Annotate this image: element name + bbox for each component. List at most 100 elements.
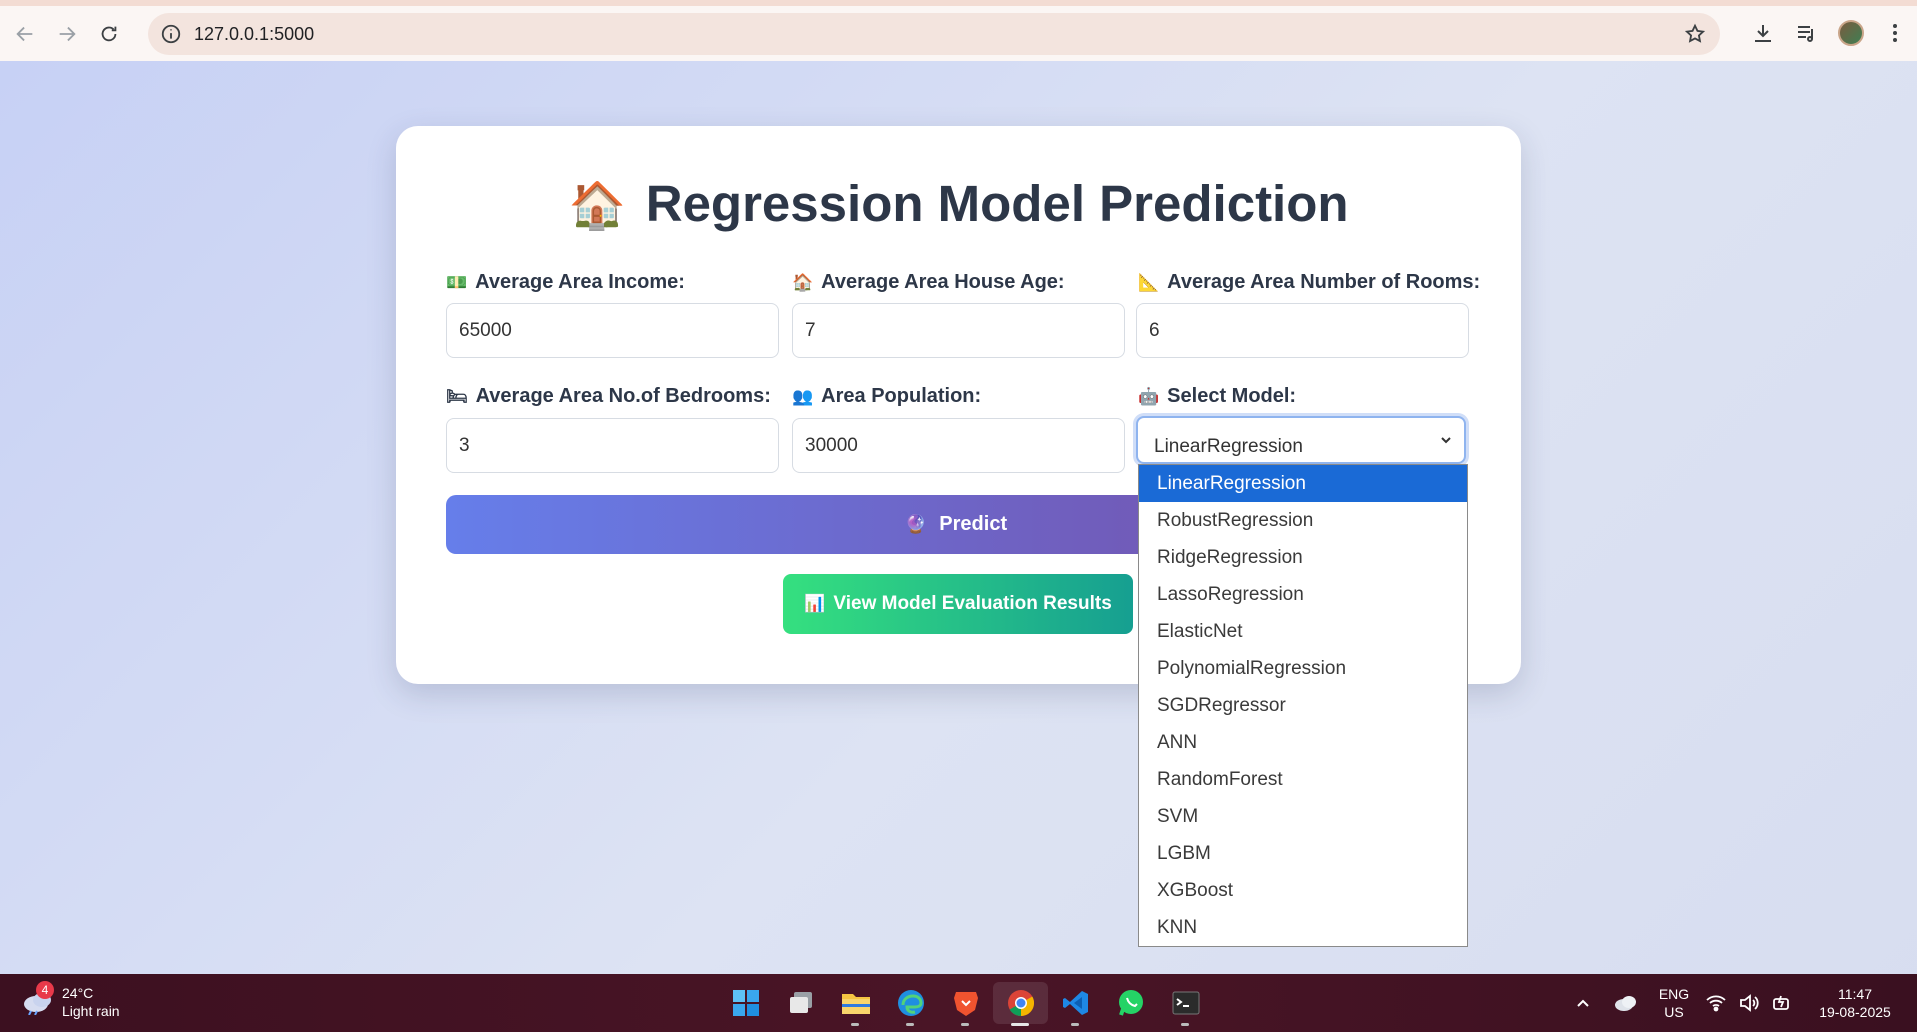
whatsapp-icon	[1118, 990, 1143, 1016]
weather-widget[interactable]: 4 24°C Light rain	[22, 981, 120, 1020]
model-option-ridgeregression[interactable]: RidgeRegression	[1139, 539, 1467, 576]
reload-icon	[101, 26, 117, 41]
chevron-up-icon	[1577, 999, 1589, 1007]
address-bar[interactable]: 127.0.0.1:5000	[148, 13, 1720, 55]
model-option-svm[interactable]: SVM	[1139, 798, 1467, 835]
back-button[interactable]	[4, 13, 46, 55]
predict-button-label: Predict	[939, 513, 1008, 535]
task-view-button[interactable]	[773, 982, 828, 1024]
downloads-button[interactable]	[1741, 12, 1785, 54]
arrow-left-icon	[16, 26, 33, 41]
view-evaluation-button[interactable]: 📊 View Model Evaluation Results	[783, 574, 1133, 634]
cloud-rain-icon: 4	[22, 981, 54, 1016]
bookmark-star-icon[interactable]	[1684, 23, 1706, 45]
onedrive-button[interactable]	[1603, 994, 1649, 1012]
model-option-elasticnet[interactable]: ElasticNet	[1139, 613, 1467, 650]
income-label-text: Average Area Income:	[475, 271, 685, 293]
battery-charging-icon	[1773, 995, 1790, 1010]
page-title-text: Regression Model Prediction	[645, 175, 1349, 232]
vscode-button[interactable]	[1048, 982, 1103, 1026]
start-button[interactable]	[718, 982, 773, 1024]
model-dropdown-list[interactable]: LinearRegression RobustRegression RidgeR…	[1138, 464, 1468, 947]
model-option-xgboost[interactable]: XGBoost	[1139, 872, 1467, 909]
language-code: ENG	[1658, 986, 1690, 1002]
media-control-button[interactable]	[1785, 12, 1829, 54]
clock-date: 19-08-2025	[1819, 1004, 1891, 1020]
triangle-ruler-icon: 📐	[1138, 273, 1160, 292]
clock-time: 11:47	[1838, 986, 1872, 1002]
url-text[interactable]: 127.0.0.1:5000	[194, 24, 314, 45]
bed-icon: 🛏	[446, 387, 468, 406]
model-select-label: 🤖 Select Model:	[1138, 385, 1296, 408]
playlist-icon	[1798, 26, 1813, 42]
windows-logo-icon	[732, 990, 759, 1016]
system-tray: ENG US 11:47 19-08-2025	[1563, 974, 1917, 1032]
menu-button[interactable]	[1873, 12, 1917, 54]
house-age-input[interactable]	[792, 303, 1125, 358]
terminal-icon	[1172, 991, 1199, 1015]
quick-settings-button[interactable]	[1699, 994, 1799, 1012]
robot-icon: 🤖	[1138, 387, 1160, 406]
profile-button[interactable]	[1829, 12, 1873, 54]
clock[interactable]: 11:47 19-08-2025	[1799, 985, 1911, 1021]
weather-badge: 4	[36, 981, 54, 999]
file-explorer-button[interactable]	[828, 982, 883, 1026]
bedrooms-input[interactable]	[446, 418, 779, 473]
browser-actions	[1741, 12, 1917, 54]
population-input[interactable]	[792, 418, 1125, 473]
folder-icon	[841, 994, 870, 1014]
chevron-down-icon	[1441, 437, 1451, 444]
reload-button[interactable]	[88, 13, 130, 55]
bar-chart-icon: 📊	[804, 594, 826, 613]
house-age-label: 🏠 Average Area House Age:	[792, 271, 1065, 294]
info-icon[interactable]	[160, 23, 182, 45]
chrome-icon	[1007, 990, 1034, 1017]
model-option-robustregression[interactable]: RobustRegression	[1139, 502, 1467, 539]
vscode-icon	[1062, 991, 1088, 1015]
model-option-polynomialregression[interactable]: PolynomialRegression	[1139, 650, 1467, 687]
model-option-sgdregressor[interactable]: SGDRegressor	[1139, 687, 1467, 724]
income-label: 💵 Average Area Income:	[446, 271, 685, 294]
whatsapp-button[interactable]	[1103, 982, 1158, 1024]
model-option-lassoregression[interactable]: LassoRegression	[1139, 576, 1467, 613]
money-icon: 💵	[446, 273, 468, 292]
model-option-lgbm[interactable]: LGBM	[1139, 835, 1467, 872]
terminal-button[interactable]	[1158, 982, 1213, 1026]
language-indicator[interactable]: ENG US	[1649, 985, 1699, 1021]
region-code: US	[1664, 1004, 1684, 1020]
arrow-right-icon	[59, 26, 76, 41]
taskbar: 4 24°C Light rain ENG US 11:47 19-08-202…	[0, 974, 1917, 1032]
model-option-linearregression[interactable]: LinearRegression	[1139, 465, 1467, 502]
model-select-value: LinearRegression	[1154, 436, 1303, 457]
browser-toolbar: 127.0.0.1:5000	[0, 6, 1917, 61]
download-icon	[1755, 25, 1771, 42]
rooms-input[interactable]	[1136, 303, 1469, 358]
weather-condition: Light rain	[62, 1003, 120, 1019]
forward-button[interactable]	[46, 13, 88, 55]
model-select[interactable]: LinearRegression	[1136, 416, 1466, 464]
model-option-knn[interactable]: KNN	[1139, 909, 1467, 946]
show-hidden-icons-button[interactable]	[1563, 995, 1603, 1011]
bedrooms-label-text: Average Area No.of Bedrooms:	[475, 385, 771, 407]
people-icon: 👥	[792, 387, 814, 406]
chrome-button[interactable]	[993, 982, 1048, 1026]
wifi-icon	[1706, 995, 1726, 1012]
model-option-ann[interactable]: ANN	[1139, 724, 1467, 761]
rooms-label-text: Average Area Number of Rooms:	[1167, 271, 1481, 293]
kebab-menu-icon	[1893, 24, 1897, 42]
temperature: 24°C	[62, 985, 94, 1001]
crystal-ball-icon: 🔮	[904, 514, 928, 534]
onedrive-cloud-icon	[1615, 996, 1636, 1011]
edge-button[interactable]	[883, 982, 938, 1026]
weather-text: 24°C Light rain	[62, 984, 120, 1020]
edge-icon	[897, 990, 924, 1016]
task-view-icon	[789, 992, 812, 1013]
brave-button[interactable]	[938, 982, 993, 1026]
model-option-randomforest[interactable]: RandomForest	[1139, 761, 1467, 798]
avatar	[1838, 20, 1864, 46]
population-label: 👥 Area Population:	[792, 385, 981, 408]
model-select-label-text: Select Model:	[1167, 385, 1297, 407]
income-input[interactable]	[446, 303, 779, 358]
volume-icon	[1740, 994, 1759, 1012]
house-icon: 🏠	[568, 179, 626, 231]
